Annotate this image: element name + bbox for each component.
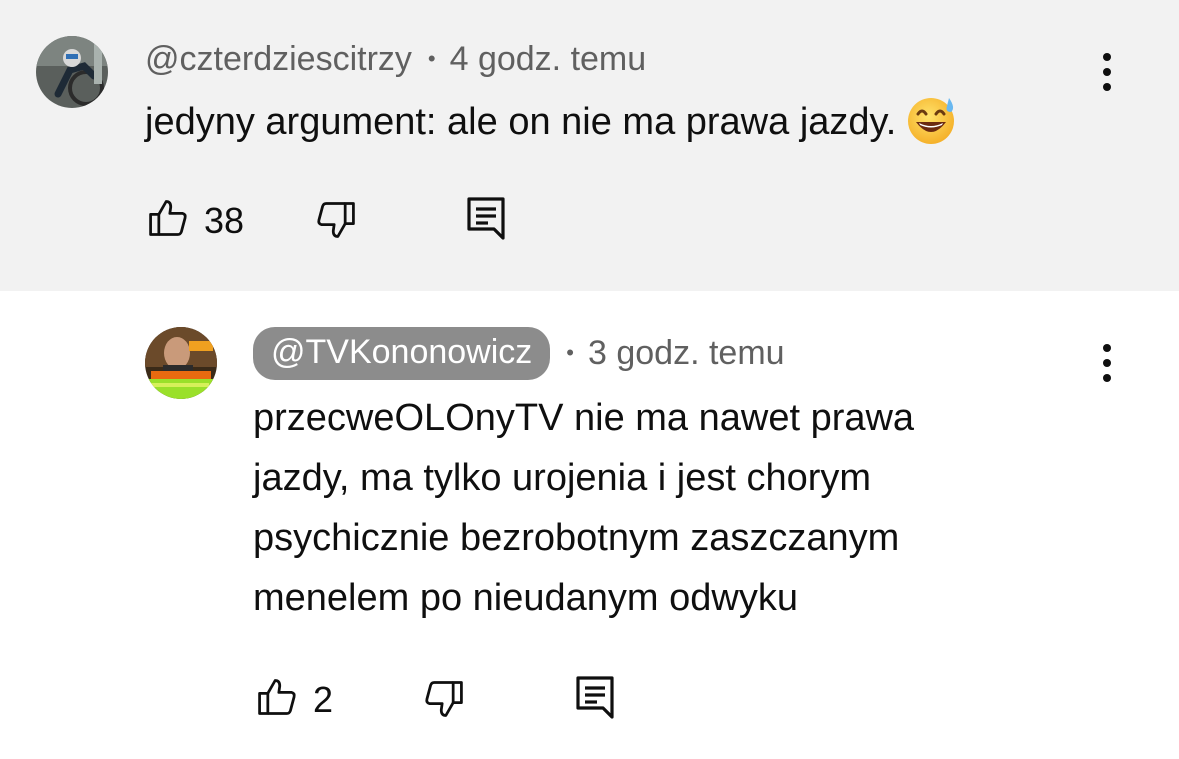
- dislike-button[interactable]: [314, 198, 358, 247]
- reply-button[interactable]: [464, 194, 508, 247]
- more-vertical-icon-dot: [1103, 83, 1111, 91]
- more-options-button[interactable]: [1087, 42, 1127, 102]
- more-vertical-icon-dot: [1103, 68, 1111, 76]
- grinning-face-with-sweat-icon: [906, 94, 958, 164]
- reply-comment-icon: [464, 194, 508, 247]
- thumbs-up-icon: [146, 196, 190, 245]
- thumbs-up-icon: [255, 675, 299, 724]
- reply-text-line: jazdy, ma tylko urojenia i jest chorym: [253, 457, 872, 499]
- author-handle[interactable]: @czterdziescitrzy: [145, 40, 412, 79]
- more-options-button[interactable]: [1087, 333, 1127, 393]
- thumbs-down-icon: [422, 677, 466, 726]
- reply-text-line: psychicznie bezrobotnym zaszczanym: [253, 517, 900, 559]
- avatar[interactable]: [145, 327, 217, 399]
- timestamp[interactable]: 4 godz. temu: [450, 40, 647, 79]
- comment-text: jedyny argument: ale on nie ma prawa jaz…: [145, 92, 958, 164]
- reply-comment-icon: [573, 673, 617, 726]
- more-vertical-icon: [1103, 344, 1111, 352]
- comment-text-content: jedyny argument: ale on nie ma prawa jaz…: [145, 101, 897, 143]
- separator-dot: •: [427, 45, 436, 71]
- like-count: 38: [204, 199, 245, 241]
- more-vertical-icon-dot: [1103, 359, 1111, 367]
- more-vertical-icon: [1103, 53, 1111, 61]
- more-vertical-icon-dot: [1103, 374, 1111, 382]
- reply-text-line: menelem po nieudanym odwyku: [253, 577, 798, 619]
- avatar[interactable]: [36, 36, 108, 108]
- timestamp[interactable]: 3 godz. temu: [588, 334, 785, 373]
- dislike-button[interactable]: [422, 677, 466, 726]
- separator-dot: •: [566, 339, 574, 365]
- reply-button[interactable]: [573, 673, 617, 726]
- like-button[interactable]: 2: [255, 675, 333, 724]
- reply-text-line: przecweOLOnyTV nie ma nawet prawa: [253, 397, 915, 439]
- author-handle-chip[interactable]: @TVKononowicz: [253, 327, 551, 380]
- like-count: 2: [313, 678, 334, 720]
- thumbs-down-icon: [314, 198, 358, 247]
- reply-meta: @TVKononowicz • 3 godz. temu: [253, 327, 785, 380]
- comment-meta: @czterdziescitrzy • 4 godz. temu: [145, 40, 646, 79]
- reply-comment: @TVKononowicz • 3 godz. temu przecweOLOn…: [0, 291, 1179, 759]
- comment: @czterdziescitrzy • 4 godz. temu jedyny …: [0, 0, 1179, 291]
- reply-text: przecweOLOnyTV nie ma nawet prawa jazdy,…: [253, 388, 914, 628]
- like-button[interactable]: 38: [146, 196, 244, 245]
